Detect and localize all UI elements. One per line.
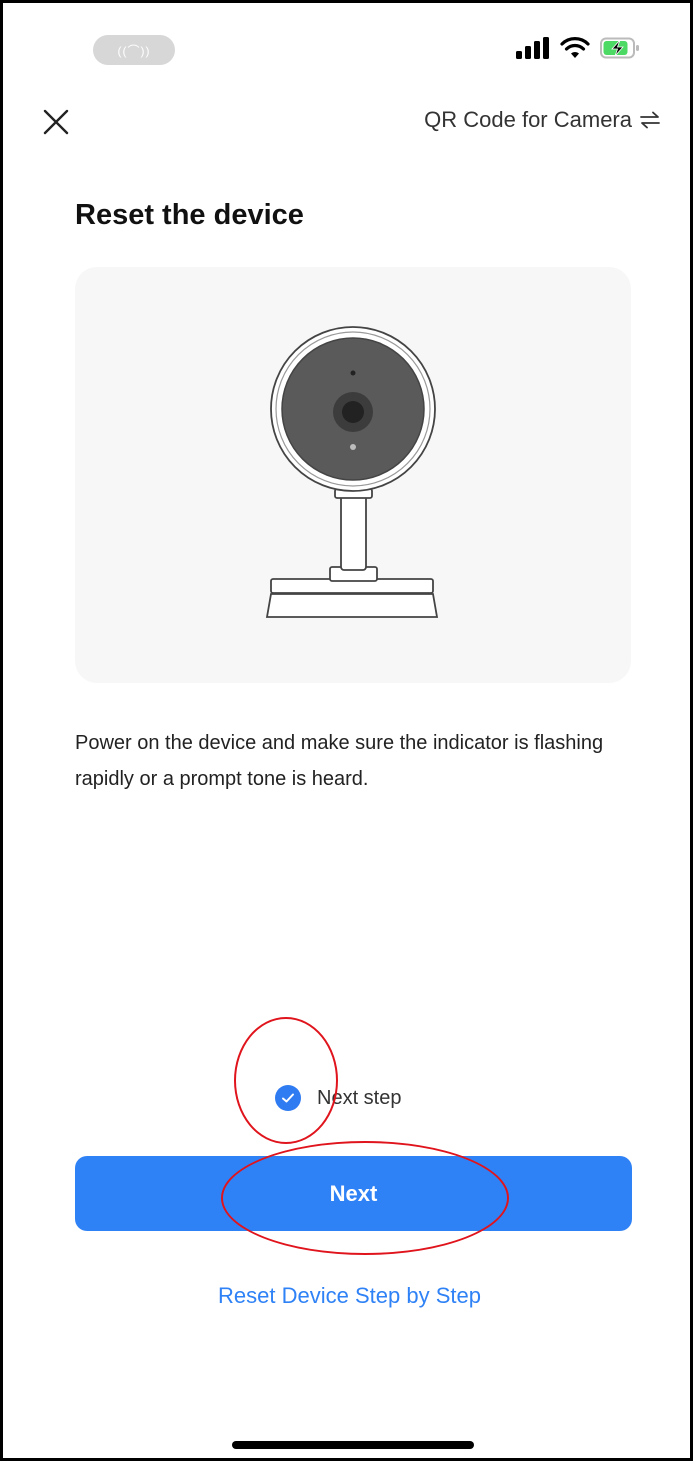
status-icons: [516, 37, 640, 59]
signal-icon: [516, 37, 549, 59]
call-indicator: ((⌒)): [117, 43, 151, 58]
reset-device-step-by-step-link[interactable]: Reset Device Step by Step: [3, 1283, 693, 1309]
camera-illustration-card: [75, 267, 631, 683]
swap-arrows-icon: [640, 111, 660, 129]
close-button[interactable]: [39, 105, 73, 139]
active-call-pill[interactable]: ((⌒)): [93, 35, 175, 65]
annotation-circle-checkbox: [234, 1017, 338, 1144]
instruction-text: Power on the device and make sure the in…: [75, 732, 604, 790]
battery-charging-icon: [600, 37, 639, 59]
mode-switch-label: QR Code for Camera: [424, 107, 632, 132]
next-step-checkbox[interactable]: Next step: [275, 1085, 401, 1111]
close-icon: [43, 109, 69, 135]
page-title: Reset the device: [75, 199, 304, 231]
phone-screen: ((⌒)) QR Code for Camera Reset the devic…: [0, 0, 693, 1461]
next-button[interactable]: Next: [75, 1156, 632, 1231]
camera-illustration: [265, 326, 439, 618]
wifi-icon: [560, 37, 590, 58]
qr-code-mode-switch[interactable]: QR Code for Camera: [424, 107, 660, 133]
home-indicator: [232, 1441, 474, 1449]
checkbox-label: Next step: [317, 1086, 402, 1109]
checkbox-checked-icon: [275, 1085, 301, 1111]
